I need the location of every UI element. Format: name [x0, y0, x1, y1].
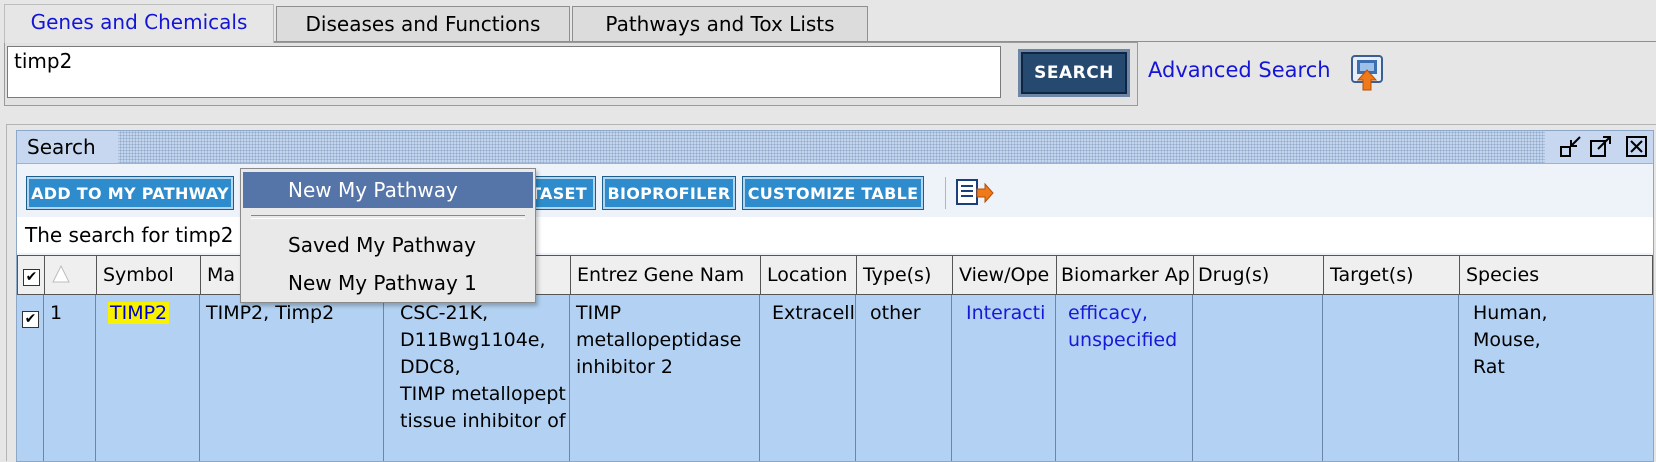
header-view[interactable]: View/Ope	[953, 256, 1057, 294]
select-all-checkbox[interactable]: ✔	[23, 268, 40, 286]
add-to-pathway-menu: New My Pathway Saved My Pathway New My P…	[240, 168, 536, 303]
menu-item-saved-my-pathway[interactable]: Saved My Pathway	[243, 227, 533, 263]
window-controls	[1545, 131, 1653, 163]
synonym-text: DDC8,	[400, 356, 461, 378]
tab-pathways-and-tox-lists[interactable]: Pathways and Tox Lists	[572, 6, 868, 41]
synonyms-cell: CSC-21K, D11Bwg1104e, DDC8, TIMP metallo…	[384, 295, 570, 461]
close-icon[interactable]	[1625, 135, 1649, 159]
toolbar-separator	[945, 177, 946, 209]
entrez-cell: TIMP metallopeptidase inhibitor 2	[570, 295, 760, 461]
menu-item-new-my-pathway-1[interactable]: New My Pathway 1	[243, 265, 533, 301]
sort-arrow-icon[interactable]	[45, 256, 97, 294]
species-text: Human,	[1473, 302, 1548, 324]
interaction-link[interactable]: Interacti	[966, 302, 1045, 324]
species-text: Mouse,	[1473, 329, 1541, 351]
select-all-column[interactable]: ✔	[18, 256, 45, 294]
search-button[interactable]: SEARCH	[1018, 49, 1130, 97]
bioprofiler-button[interactable]: BIOPROFILER	[603, 177, 735, 209]
species-text: Rat	[1473, 356, 1505, 378]
table-row[interactable]: ✔ 1 TIMP2 TIMP2, Timp2 CSC-21K, D11Bwg11…	[17, 295, 1653, 461]
header-symbol[interactable]: Symbol	[97, 256, 201, 294]
matches-cell: TIMP2, Timp2	[200, 295, 384, 461]
row-select-cell[interactable]: ✔	[17, 295, 44, 461]
types-cell: other	[856, 295, 952, 461]
tab-genes-and-chemicals[interactable]: Genes and Chemicals	[4, 4, 274, 43]
search-panel	[4, 42, 1138, 106]
header-targets[interactable]: Target(s)	[1324, 256, 1460, 294]
entrez-text: inhibitor 2	[576, 356, 673, 378]
entrez-text: metallopeptidase	[576, 329, 742, 351]
entrez-text: TIMP	[576, 302, 622, 324]
tab-diseases-and-functions[interactable]: Diseases and Functions	[276, 6, 570, 41]
row-index: 1	[44, 295, 96, 461]
species-cell: Human, Mouse, Rat	[1459, 295, 1653, 461]
synonym-text: CSC-21K,	[400, 302, 489, 324]
window-titlebar[interactable]: Search	[17, 131, 1653, 164]
synonym-text: TIMP metallopept	[400, 383, 566, 405]
search-input[interactable]	[7, 46, 1001, 98]
menu-separator	[251, 215, 525, 219]
minimize-icon[interactable]	[1559, 135, 1583, 159]
export-icon[interactable]	[1349, 54, 1385, 92]
header-drugs[interactable]: Drug(s)	[1194, 256, 1324, 294]
symbol-cell[interactable]: TIMP2	[96, 295, 200, 461]
biomarker-link[interactable]: efficacy,	[1068, 300, 1186, 327]
search-category-tabs: Genes and Chemicals Diseases and Functio…	[4, 4, 868, 43]
add-to-my-pathway-button[interactable]: ADD TO MY PATHWAY	[27, 177, 233, 209]
symbol-link[interactable]: TIMP2	[108, 302, 170, 324]
location-cell: Extracell	[760, 295, 856, 461]
header-species[interactable]: Species	[1460, 256, 1653, 294]
row-checkbox[interactable]: ✔	[22, 310, 39, 328]
biomarker-cell[interactable]: efficacy, unspecified	[1056, 295, 1193, 461]
header-location[interactable]: Location	[761, 256, 857, 294]
synonym-text: tissue inhibitor of	[400, 410, 566, 432]
header-biomarker[interactable]: Biomarker Ap	[1057, 256, 1194, 294]
maximize-icon[interactable]	[1589, 135, 1613, 159]
biomarker-link[interactable]: unspecified	[1068, 327, 1186, 354]
customize-table-button[interactable]: CUSTOMIZE TABLE	[743, 177, 923, 209]
menu-item-new-my-pathway[interactable]: New My Pathway	[243, 172, 533, 208]
header-types[interactable]: Type(s)	[857, 256, 953, 294]
header-entrez-gene-name[interactable]: Entrez Gene Nam	[571, 256, 761, 294]
drugs-cell	[1193, 295, 1323, 461]
export-icon[interactable]	[953, 177, 997, 209]
advanced-search-link[interactable]: Advanced Search	[1148, 58, 1331, 82]
targets-cell	[1323, 295, 1459, 461]
synonym-text: D11Bwg1104e,	[400, 329, 546, 351]
view-cell[interactable]: Interacti	[952, 295, 1056, 461]
window-title: Search	[17, 131, 118, 163]
